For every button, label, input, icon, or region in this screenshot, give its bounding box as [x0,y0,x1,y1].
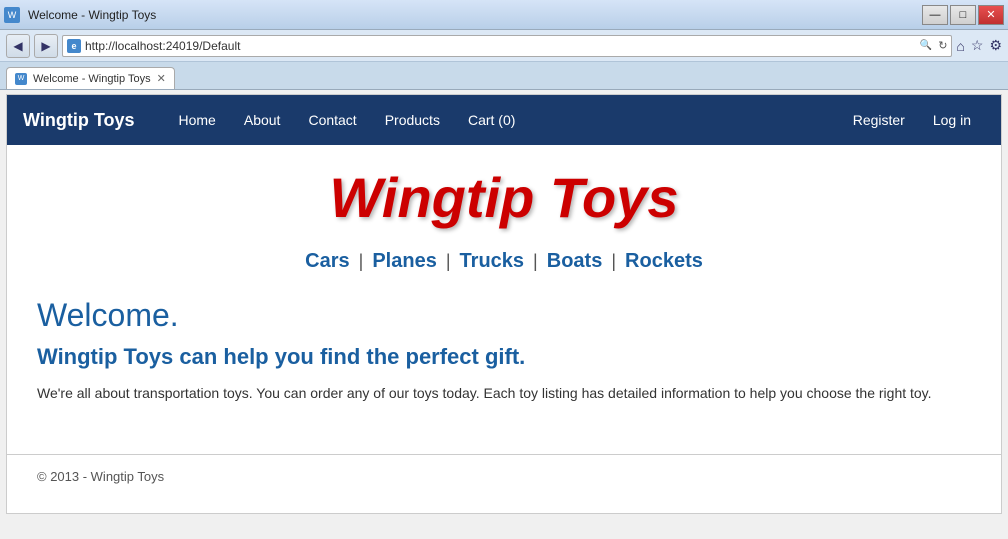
nav-cart[interactable]: Cart (0) [454,95,529,145]
nav-home[interactable]: Home [165,95,230,145]
nav-contact[interactable]: Contact [294,95,370,145]
category-links: Cars | Planes | Trucks | Boats | Rockets [37,250,971,273]
nav-products[interactable]: Products [371,95,454,145]
close-button[interactable]: ✕ [978,5,1004,25]
nav-register[interactable]: Register [839,95,919,145]
browser-window: W Welcome - Wingtip Toys — □ ✕ ◀ ▶ e 🔍 ↻… [0,0,1008,514]
address-search-icon[interactable]: 🔍 [918,40,934,51]
title-bar: W Welcome - Wingtip Toys — □ ✕ [0,0,1008,30]
minimize-button[interactable]: — [922,5,948,25]
forward-button[interactable]: ▶ [34,34,58,58]
active-tab[interactable]: W Welcome - Wingtip Toys ✕ [6,67,175,89]
window-controls[interactable]: — □ ✕ [922,5,1004,25]
back-button[interactable]: ◀ [6,34,30,58]
address-icon: e [67,39,81,53]
tab-bar: W Welcome - Wingtip Toys ✕ [0,62,1008,90]
address-input[interactable] [85,39,914,53]
favorites-icon[interactable]: ☆ [971,37,984,54]
home-icon[interactable]: ⌂ [956,38,964,54]
settings-icon[interactable]: ⚙ [989,37,1002,54]
site-footer: © 2013 - Wingtip Toys [7,454,1001,498]
site-content: Wingtip Toys Cars | Planes | Trucks | Bo… [7,145,1001,454]
category-trucks[interactable]: Trucks [460,250,524,272]
tab-close-button[interactable]: ✕ [157,72,166,85]
category-boats[interactable]: Boats [547,250,603,272]
window-favicon: W [4,7,20,23]
address-bar[interactable]: e 🔍 ↻ [62,35,952,57]
browser-toolbar-right: ⌂ ☆ ⚙ [956,37,1002,54]
separator-1: | [359,251,364,271]
separator-2: | [446,251,451,271]
nav-links: Home About Contact Products Cart (0) [165,95,839,145]
category-cars[interactable]: Cars [305,250,349,272]
site-logo-text: Wingtip Toys [330,166,679,229]
category-planes[interactable]: Planes [372,250,436,272]
welcome-subheading: Wingtip Toys can help you find the perfe… [37,344,971,370]
refresh-button[interactable]: ↻ [938,39,947,52]
welcome-body: We're all about transportation toys. You… [37,382,971,404]
website-frame: Wingtip Toys Home About Contact Products… [6,94,1002,514]
tab-favicon: W [15,73,27,85]
window-title: Welcome - Wingtip Toys [28,8,156,22]
footer-text: © 2013 - Wingtip Toys [37,469,164,484]
title-bar-left: W Welcome - Wingtip Toys [4,7,156,23]
nav-right: Register Log in [839,95,985,145]
tab-label: Welcome - Wingtip Toys [33,73,151,85]
separator-4: | [611,251,616,271]
welcome-heading: Welcome. [37,297,971,334]
site-nav: Wingtip Toys Home About Contact Products… [7,95,1001,145]
nav-login[interactable]: Log in [919,95,985,145]
site-logo: Wingtip Toys [37,165,971,230]
browser-toolbar: ◀ ▶ e 🔍 ↻ ⌂ ☆ ⚙ [0,30,1008,62]
maximize-button[interactable]: □ [950,5,976,25]
nav-about[interactable]: About [230,95,295,145]
category-rockets[interactable]: Rockets [625,250,703,272]
separator-3: | [533,251,538,271]
site-brand[interactable]: Wingtip Toys [23,110,135,131]
